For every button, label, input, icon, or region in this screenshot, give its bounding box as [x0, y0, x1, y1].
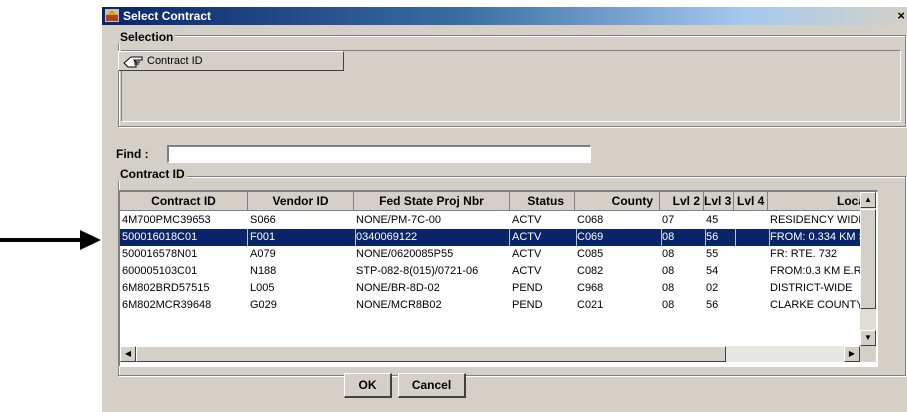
- column-header[interactable]: Status: [510, 192, 575, 211]
- table-body: Contract ID Vendor ID Fed State Proj Nbr St…: [120, 192, 860, 342]
- table-cell: C069: [577, 229, 662, 246]
- table-row[interactable]: 6M802MCR39648 G029 NONE/MCR8B02 PEND C021 08 5…: [120, 297, 860, 314]
- table-cell: CLARKE COUNTY: [770, 299, 860, 311]
- table-cell: 56: [706, 229, 736, 246]
- contract-table: Contract ID Vendor ID Fed State Proj Nbr St…: [118, 190, 878, 367]
- app-icon: [105, 9, 119, 22]
- table-row[interactable]: 600005103C01 N188 STP-082-8(015)/0721-06 AC…: [120, 263, 860, 280]
- select-contract-dialog: Select Contract × Selection Contract ID …: [102, 7, 907, 412]
- sort-area: Contract ID: [118, 50, 901, 122]
- table-cell: G029: [250, 299, 277, 311]
- table-cell: ACTV: [512, 229, 577, 246]
- table-cell: 08: [662, 248, 675, 260]
- table-cell: 08: [662, 229, 706, 246]
- scroll-left-icon[interactable]: ◀: [120, 346, 136, 362]
- ok-button[interactable]: OK: [344, 373, 392, 398]
- table-cell: FR: RTE. 732: [770, 248, 838, 260]
- sort-button-label: Contract ID: [147, 55, 203, 67]
- table-row[interactable]: 6M802BRD57515 L005 NONE/BR-8D-02 PEND C968 08…: [120, 280, 860, 297]
- table-cell: C068: [577, 214, 604, 226]
- table-row[interactable]: 500016018C01 F001 0340069122 ACTV C069 08 56 FR…: [120, 229, 860, 246]
- cancel-button[interactable]: Cancel: [398, 373, 466, 398]
- scroll-right-icon[interactable]: ▶: [844, 346, 860, 362]
- title-bar[interactable]: Select Contract ×: [102, 7, 907, 25]
- table-cell: 45: [706, 214, 719, 226]
- scroll-up-icon[interactable]: ▲: [860, 192, 876, 208]
- pointing-hand-icon: [123, 56, 143, 68]
- selection-group-label: Selection: [118, 30, 176, 44]
- table-cell: 6M802MCR39648: [122, 299, 212, 311]
- table-cell: ACTV: [512, 214, 542, 226]
- table-cell: 07: [662, 214, 675, 226]
- table-cell: 4M700PMC39653: [122, 214, 211, 226]
- column-header[interactable]: Lvl 2: [660, 192, 704, 211]
- table-cell: FROM:0.3 KM E.R: [770, 265, 860, 277]
- column-header[interactable]: Loca: [768, 192, 860, 211]
- table-cell: C968: [577, 282, 604, 294]
- table-cell: [736, 212, 770, 229]
- table-cell: [736, 229, 770, 246]
- column-header[interactable]: County: [575, 192, 660, 211]
- table-cell: N188: [250, 265, 277, 277]
- table-cell: NONE/BR-8D-02: [356, 282, 440, 294]
- close-button[interactable]: ×: [897, 8, 905, 23]
- table-cell: 56: [706, 299, 719, 311]
- arrow-pointer-icon: [0, 230, 101, 250]
- table-cell: 54: [706, 265, 719, 277]
- table-cell: STP-082-8(015)/0721-06: [356, 265, 479, 277]
- table-cell: [736, 263, 770, 280]
- find-label: Find :: [116, 147, 149, 161]
- table-cell: [736, 280, 770, 297]
- table-cell: F001: [250, 229, 356, 246]
- table-cell: 500016018C01: [122, 229, 248, 246]
- column-header[interactable]: Vendor ID: [248, 192, 354, 211]
- table-cell: 500016578N01: [122, 248, 198, 260]
- column-header[interactable]: Fed State Proj Nbr: [354, 192, 510, 211]
- table-cell: FROM: 0.334 KM S: [770, 229, 860, 246]
- find-input[interactable]: [167, 145, 591, 163]
- contract-id-group-label: Contract ID: [118, 167, 187, 181]
- table-row[interactable]: 500016578N01 A079 NONE/0620085P55 ACTV C085 0…: [120, 246, 860, 263]
- table-cell: PEND: [512, 299, 543, 311]
- table-cell: [736, 297, 770, 314]
- table-row[interactable]: 4M700PMC39653 S066 NONE/PM-7C-00 ACTV C068 07…: [120, 212, 860, 229]
- table-cell: NONE/MCR8B02: [356, 299, 442, 311]
- table-cell: 600005103C01: [122, 265, 198, 277]
- table-cell: 08: [662, 265, 675, 277]
- table-cell: NONE/0620085P55: [356, 248, 454, 260]
- dialog-title: Select Contract: [123, 9, 212, 23]
- table-cell: A079: [250, 248, 276, 260]
- table-cell: 08: [662, 282, 675, 294]
- table-cell: NONE/PM-7C-00: [356, 214, 441, 226]
- table-cell: 55: [706, 248, 719, 260]
- table-cell: L005: [250, 282, 275, 294]
- table-cell: ACTV: [512, 248, 542, 260]
- sort-contract-id-button[interactable]: Contract ID: [118, 51, 344, 71]
- vertical-scrollbar[interactable]: ▲ ▼: [860, 192, 876, 346]
- table-cell: PEND: [512, 282, 543, 294]
- column-header[interactable]: Contract ID: [120, 192, 248, 211]
- table-cell: RESIDENCY WIDE: [770, 214, 860, 226]
- table-cell: 02: [706, 282, 719, 294]
- table-cell: S066: [250, 214, 276, 226]
- table-cell: 0340069122: [356, 229, 510, 246]
- table-cell: 08: [662, 299, 675, 311]
- table-cell: DISTRICT-WIDE: [770, 282, 853, 294]
- table-cell: C082: [577, 265, 604, 277]
- table-cell: [736, 246, 770, 263]
- column-header[interactable]: Lvl 4: [734, 192, 768, 211]
- scrollbar-corner: [860, 346, 876, 362]
- table-cell: ACTV: [512, 265, 542, 277]
- scroll-down-icon[interactable]: ▼: [860, 330, 876, 346]
- column-header[interactable]: Lvl 3: [704, 192, 734, 211]
- table-cell: C021: [577, 299, 604, 311]
- horizontal-scroll-thumb[interactable]: [136, 346, 726, 362]
- horizontal-scrollbar[interactable]: ◀ ▶: [120, 346, 860, 362]
- vertical-scroll-thumb[interactable]: [860, 209, 876, 309]
- table-cell: C085: [577, 248, 604, 260]
- table-cell: 6M802BRD57515: [122, 282, 210, 294]
